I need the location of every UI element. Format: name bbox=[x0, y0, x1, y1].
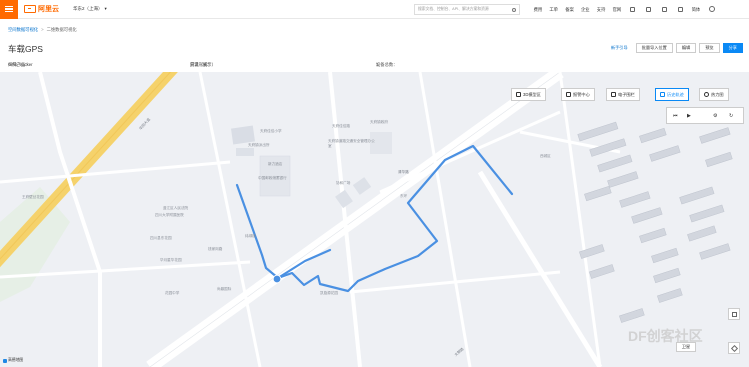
map-label: 王府壁丝花园 bbox=[22, 195, 44, 199]
region-label: 华东2（上海） bbox=[73, 6, 103, 11]
track-icon bbox=[660, 92, 665, 97]
guide-link[interactable]: 新手引导 bbox=[611, 45, 628, 51]
locate-button[interactable]: 批量导入位置 bbox=[635, 43, 673, 53]
bell-icon[interactable] bbox=[641, 6, 657, 13]
map-label: 花园中学 bbox=[165, 291, 180, 295]
share-button[interactable]: 分享 bbox=[722, 43, 743, 53]
page-actions: 新手引导 批量导入位置 编辑 预览 分享 bbox=[611, 43, 743, 53]
map-label: 中国邮政储蓄银行 bbox=[258, 176, 287, 180]
top-bar: 阿里云 华东2（上海） ▾ 搜索文档、控制台、API、解决方案和资源 费用 工单… bbox=[0, 0, 749, 19]
global-search-input[interactable]: 搜索文档、控制台、API、解决方案和资源 bbox=[414, 4, 520, 15]
tool-heatmap[interactable]: 热力图 bbox=[699, 88, 729, 101]
settings-icon[interactable]: ⚙ bbox=[713, 113, 717, 119]
search-placeholder: 搜索文档、控制台、API、解决方案和资源 bbox=[418, 7, 489, 11]
map-label: 清华路 bbox=[398, 170, 409, 174]
terminal-icon[interactable] bbox=[625, 6, 641, 13]
tool-geofence[interactable]: 电子围栏 bbox=[606, 88, 640, 101]
preview-button[interactable]: 预览 bbox=[699, 43, 720, 53]
map-label: 纬绿楼 bbox=[245, 234, 256, 238]
map-label: 协和广场 bbox=[336, 181, 351, 185]
heatmap-icon bbox=[704, 92, 709, 97]
tool-3d-model[interactable]: 3D模型区 bbox=[511, 88, 546, 101]
region-selector[interactable]: 华东2（上海） ▾ bbox=[73, 6, 107, 12]
track-player: ⏮ ▶ ⚙ ↻ bbox=[666, 107, 744, 124]
vehicle-marker bbox=[272, 274, 282, 284]
cart-icon[interactable] bbox=[656, 6, 672, 13]
map-label: 钱家岗路 bbox=[208, 247, 223, 251]
map-label: 新力酒店 bbox=[268, 162, 283, 166]
feedback-icon[interactable] bbox=[728, 308, 740, 320]
product-info: 归属产品： GPS_tracker bbox=[8, 62, 33, 67]
fence-icon bbox=[611, 92, 616, 97]
aliyun-logo[interactable]: 阿里云 bbox=[24, 4, 59, 14]
map-label: 天府镇派出所 bbox=[248, 143, 270, 147]
alarm-icon bbox=[566, 92, 571, 97]
mode-label: 展现形式： bbox=[190, 62, 212, 67]
map-label: 天府镇道路交通安全管理办公室 bbox=[328, 139, 375, 148]
tool-label: 热力图 bbox=[711, 91, 724, 97]
map-label: 凯旋源花园 bbox=[320, 291, 338, 295]
tool-alarm-center[interactable]: 报警中心 bbox=[561, 88, 595, 101]
reset-icon[interactable]: ↻ bbox=[729, 113, 733, 119]
map-label: 西城区 bbox=[540, 154, 551, 158]
nav-fees[interactable]: 费用 bbox=[530, 7, 546, 13]
chevron-down-icon: ▾ bbox=[104, 6, 107, 11]
breadcrumb: 空间数据可视化 > 二维数据可视化 bbox=[8, 27, 77, 33]
avatar[interactable] bbox=[704, 6, 720, 13]
logo-mark-icon bbox=[24, 5, 36, 13]
map-label: 天府佳佳小学 bbox=[260, 129, 282, 133]
map-label: 尚鼎国际 bbox=[217, 287, 232, 291]
tool-history-track[interactable]: 历史轨迹 bbox=[655, 88, 689, 101]
nav-support[interactable]: 支持 bbox=[593, 7, 609, 13]
count-info: 设备总数： 1 bbox=[376, 62, 397, 67]
logo-text: 阿里云 bbox=[38, 6, 59, 13]
play-icon[interactable]: ▶ bbox=[687, 113, 691, 119]
layers-icon[interactable] bbox=[728, 342, 740, 354]
help-icon[interactable] bbox=[672, 6, 688, 13]
map-label: 天府镇政府 bbox=[370, 120, 388, 124]
nav-icp[interactable]: 备案 bbox=[562, 7, 578, 13]
tool-label: 历史轨迹 bbox=[667, 91, 684, 97]
breadcrumb-current: 二维数据可视化 bbox=[46, 27, 77, 32]
map-label: 华月星华花园 bbox=[160, 258, 182, 262]
menu-icon[interactable] bbox=[0, 0, 18, 19]
cube-icon bbox=[516, 92, 521, 97]
amap-icon bbox=[3, 358, 7, 363]
tool-label: 3D模型区 bbox=[523, 91, 541, 97]
tool-label: 电子围栏 bbox=[618, 91, 635, 97]
edit-button[interactable]: 编辑 bbox=[675, 43, 697, 53]
breadcrumb-root[interactable]: 空间数据可视化 bbox=[8, 27, 38, 32]
map-label: 蓝江区人民法院 bbox=[163, 206, 189, 210]
mode-info: 展现形式： 只读（展示） bbox=[190, 62, 216, 68]
skip-back-icon[interactable]: ⏮ bbox=[673, 113, 678, 119]
breadcrumb-separator: > bbox=[41, 27, 44, 32]
nav-ticket[interactable]: 工单 bbox=[546, 7, 562, 13]
map-provider-logo: 高德地图 bbox=[3, 358, 23, 363]
map-base bbox=[0, 72, 733, 367]
search-icon bbox=[512, 7, 516, 12]
nav-official[interactable]: 官网 bbox=[609, 7, 625, 13]
satellite-layer-button[interactable]: 卫星 bbox=[676, 342, 696, 352]
map-label: 四川大学附属医院 bbox=[155, 213, 184, 217]
map-label: 天府佳佳路 bbox=[332, 124, 350, 128]
map-label: 四川县东花园 bbox=[150, 236, 172, 240]
count-label: 设备总数： bbox=[376, 62, 398, 67]
nav-enterprise[interactable]: 企业 bbox=[577, 7, 593, 13]
tool-label: 报警中心 bbox=[573, 91, 590, 97]
map-label: 东环 bbox=[400, 194, 408, 198]
map-canvas[interactable]: 王府壁丝花园 天府佳佳小学 天府镇派出所 天府佳佳路 天府镇政府 天府镇道路交通… bbox=[0, 72, 749, 367]
top-nav: 费用 工单 备案 企业 支持 官网 简体 bbox=[530, 0, 720, 19]
product-label: 归属产品： bbox=[8, 62, 30, 67]
language-switch[interactable]: 简体 bbox=[688, 7, 704, 13]
map-provider-label: 高德地图 bbox=[8, 358, 24, 362]
page-title: 车载GPS bbox=[8, 44, 43, 54]
